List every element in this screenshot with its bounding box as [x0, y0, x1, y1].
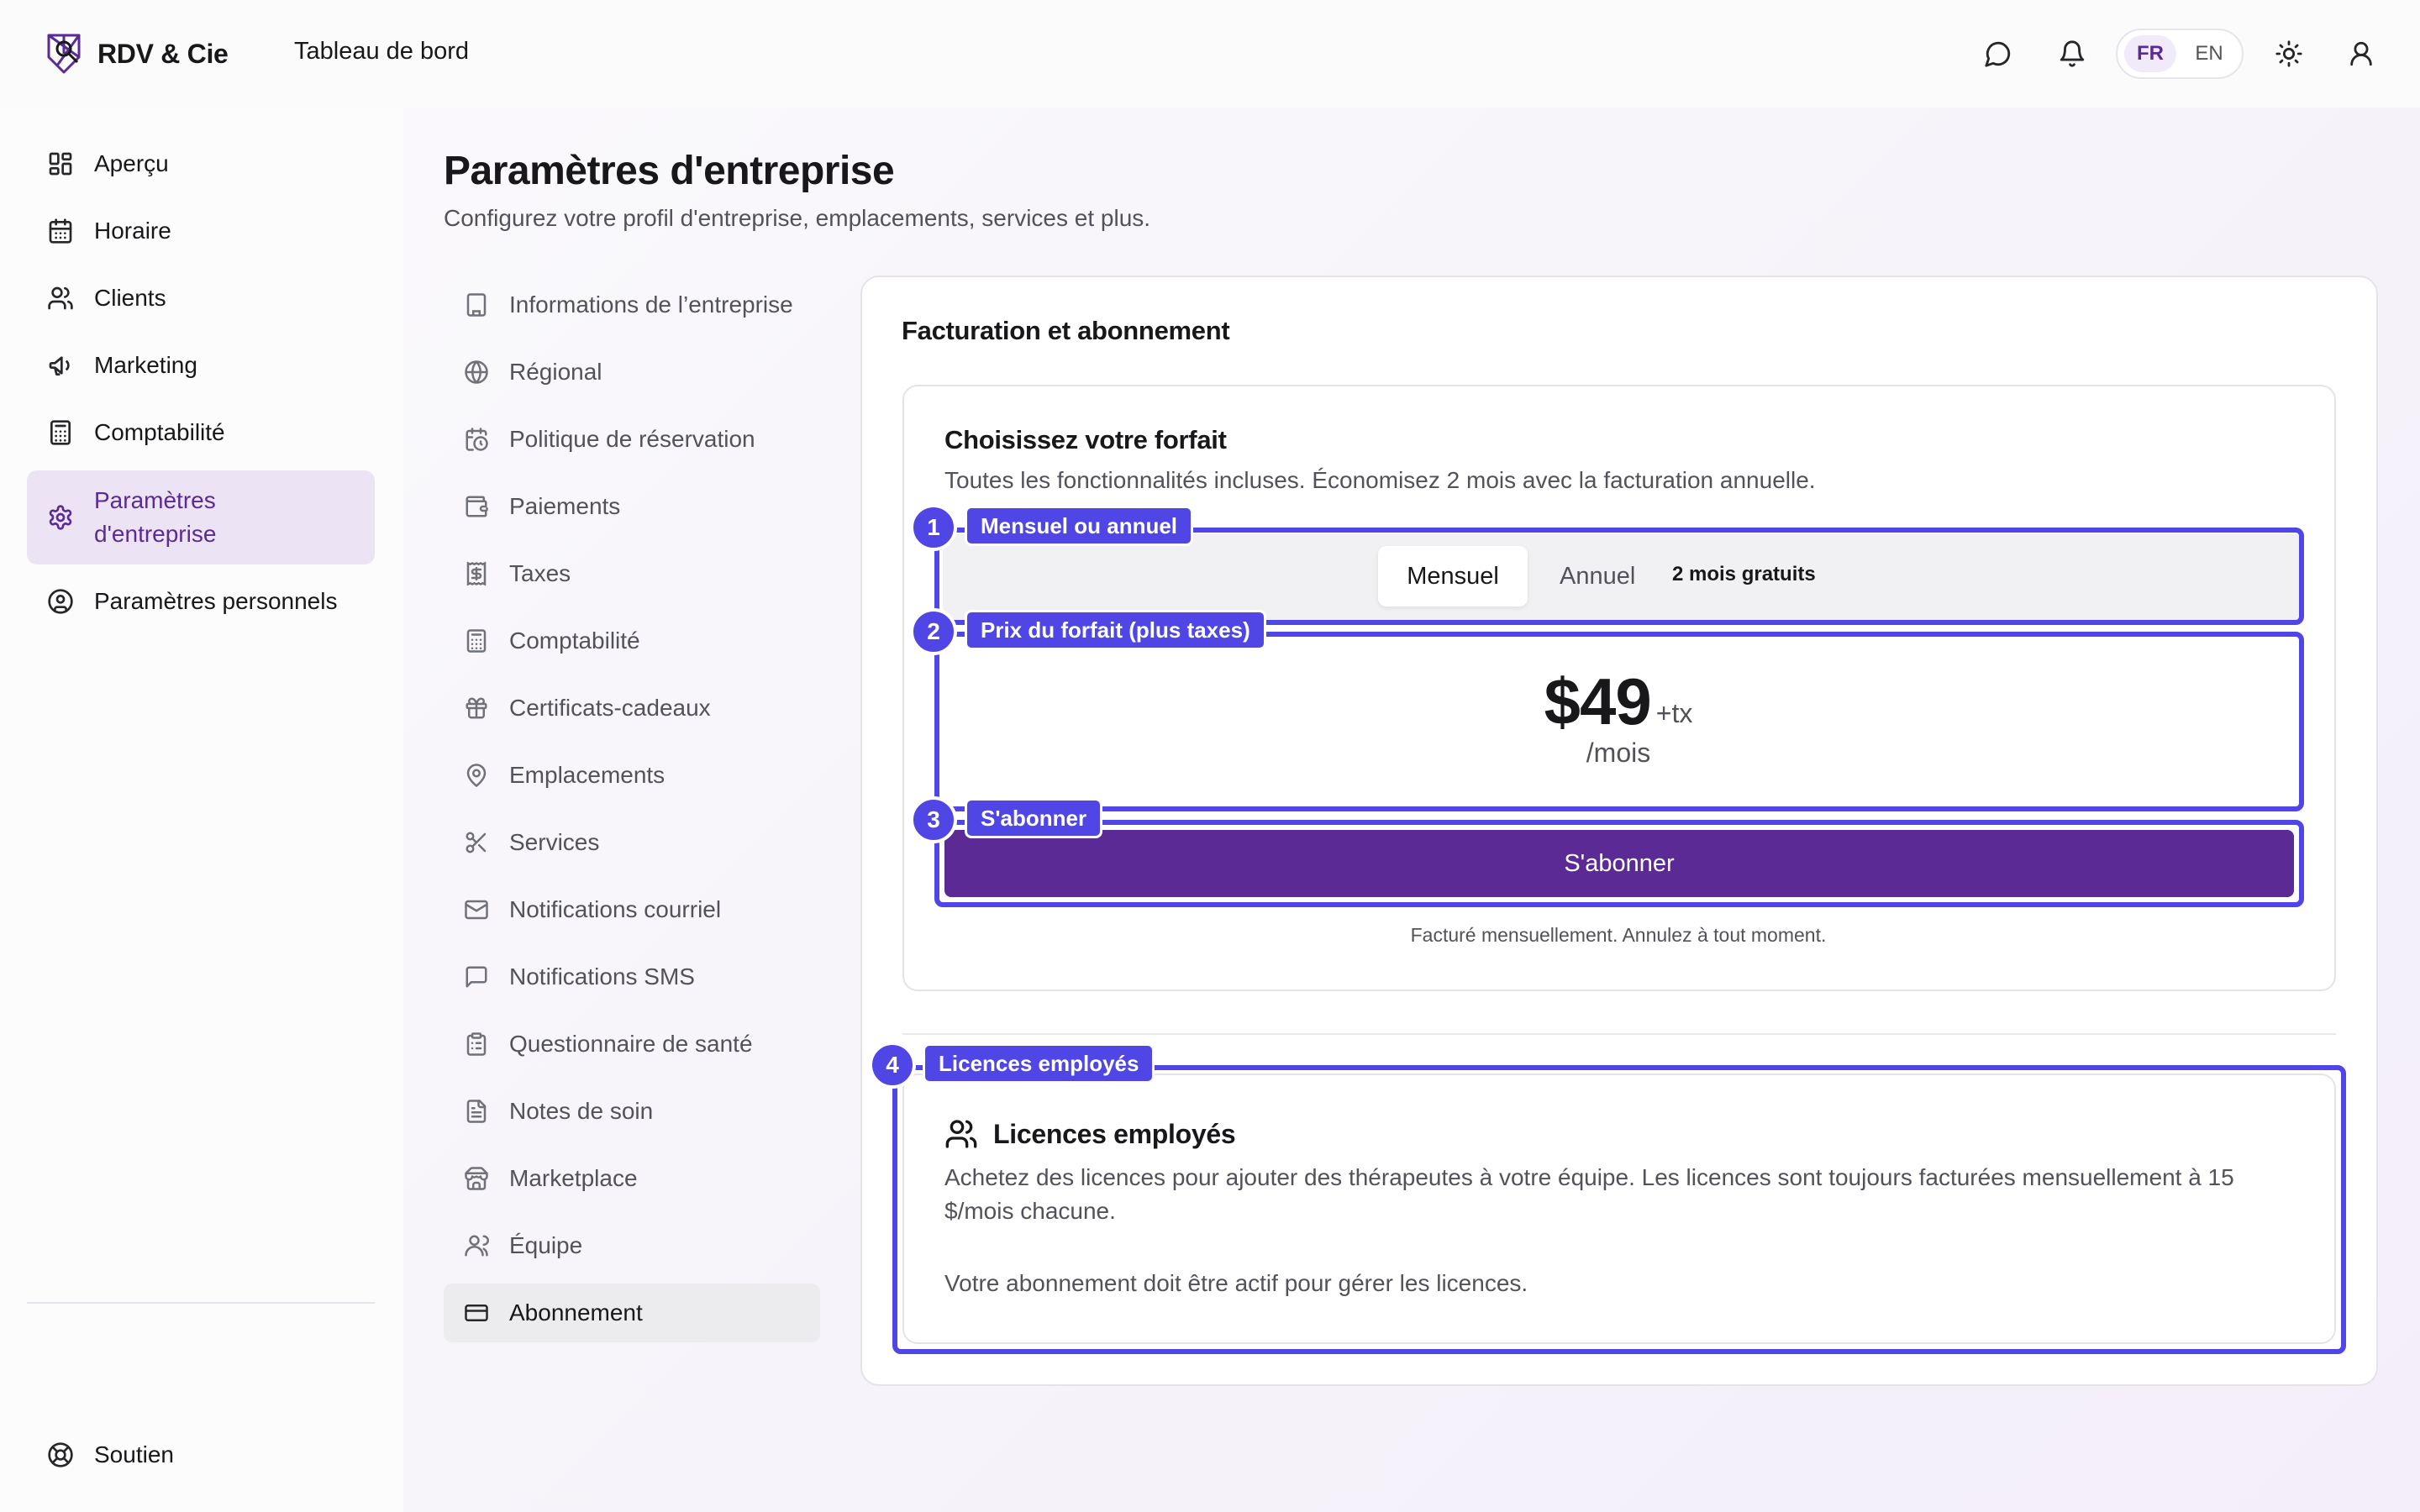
calculator-icon: [464, 628, 489, 654]
settings-nav-comptabilite[interactable]: Comptabilité: [444, 612, 820, 670]
lang-en[interactable]: EN: [2183, 35, 2235, 72]
sidebar-item-horaire[interactable]: Horaire: [27, 208, 375, 254]
plan-title: Choisissez votre forfait: [944, 425, 1227, 454]
sidebar-item-apercu[interactable]: Aperçu: [27, 141, 375, 186]
annotation-badge-4: 4: [869, 1042, 916, 1089]
settings-nav-paiements[interactable]: Paiements: [444, 477, 820, 536]
lifebuoy-icon: [47, 1441, 74, 1468]
calculator-icon: [47, 419, 74, 446]
page-title: Paramètres d'entreprise: [444, 149, 895, 193]
plan-subtitle: Toutes les fonctionnalités incluses. Éco…: [944, 467, 1816, 493]
section-divider: [902, 1033, 2336, 1035]
sidebar-item-comptabilite[interactable]: Comptabilité: [27, 410, 375, 455]
settings-nav-questionnaire-sante[interactable]: Questionnaire de santé: [444, 1015, 820, 1074]
clipboard-icon: [464, 1032, 489, 1057]
header-title: Tableau de bord: [294, 38, 469, 65]
grid-icon: [47, 150, 74, 177]
settings-nav-notifications-courriel[interactable]: Notifications courriel: [444, 880, 820, 939]
settings-nav-notes-soin[interactable]: Notes de soin: [444, 1082, 820, 1141]
sidebar-item-soutien[interactable]: Soutien: [27, 1431, 375, 1478]
annotation-badge-2: 2: [910, 608, 957, 655]
message-square-icon: [464, 964, 489, 990]
annotation-frame-4: [892, 1065, 2346, 1354]
calendar-icon: [47, 218, 74, 244]
mail-icon: [464, 897, 489, 922]
page-subtitle: Configurez votre profil d'entreprise, em…: [444, 205, 1151, 231]
bell-icon[interactable]: [2055, 37, 2089, 71]
sidebar-divider: [27, 1302, 375, 1304]
settings-nav-regional[interactable]: Régional: [444, 343, 820, 402]
annotation-label-4: Licences employés: [923, 1043, 1155, 1084]
map-pin-icon: [464, 763, 489, 788]
settings-nav-services[interactable]: Services: [444, 813, 820, 872]
megaphone-icon: [47, 352, 74, 379]
chat-icon[interactable]: [1981, 37, 2015, 71]
sidebar-item-clients[interactable]: Clients: [27, 276, 375, 321]
credit-card-icon: [464, 1300, 489, 1326]
receipt-icon: [464, 561, 489, 586]
user-circle-icon: [47, 588, 74, 615]
file-text-icon: [464, 1099, 489, 1124]
settings-nav-equipe[interactable]: Équipe: [444, 1216, 820, 1275]
language-switch: FR EN: [2116, 29, 2244, 79]
user-icon[interactable]: [2344, 37, 2378, 71]
logo-icon: [44, 32, 84, 76]
annotation-frame-2: [934, 632, 2304, 811]
top-header: RDV & Cie Tableau de bord FR EN: [0, 0, 2420, 108]
sidebar-item-parametres-entreprise[interactable]: Paramètres d'entreprise: [27, 470, 375, 564]
brand-name: RDV & Cie: [97, 38, 229, 69]
sun-icon[interactable]: [2272, 37, 2306, 71]
annotation-label-3: S'abonner: [965, 798, 1103, 838]
building-icon: [464, 292, 489, 318]
scissors-icon: [464, 830, 489, 855]
lang-fr[interactable]: FR: [2124, 35, 2176, 72]
annotation-label-2: Prix du forfait (plus taxes): [965, 610, 1266, 650]
settings-nav-emplacements[interactable]: Emplacements: [444, 746, 820, 805]
store-icon: [464, 1166, 489, 1191]
annotation-badge-3: 3: [910, 796, 957, 843]
brand[interactable]: RDV & Cie: [44, 32, 229, 76]
calendar-clock-icon: [464, 427, 489, 452]
annotation-badge-1: 1: [910, 504, 957, 551]
settings-nav-notifications-sms[interactable]: Notifications SMS: [444, 948, 820, 1006]
billing-section-title: Facturation et abonnement: [902, 316, 1230, 345]
settings-nav-abonnement[interactable]: Abonnement: [444, 1284, 820, 1342]
sidebar-item-marketing[interactable]: Marketing: [27, 343, 375, 388]
settings-nav-informations[interactable]: Informations de l’entreprise: [444, 276, 820, 334]
annotation-label-1: Mensuel ou annuel: [965, 506, 1194, 546]
gift-icon: [464, 696, 489, 721]
billing-note: Facturé mensuellement. Annulez à tout mo…: [1410, 924, 1827, 946]
settings-nav-politique-reservation[interactable]: Politique de réservation: [444, 410, 820, 469]
annotation-frame-3: [934, 820, 2304, 907]
user-group-icon: [464, 1233, 489, 1258]
globe-icon: [464, 360, 489, 385]
settings-nav-marketplace[interactable]: Marketplace: [444, 1149, 820, 1208]
users-icon: [47, 285, 74, 312]
settings-nav-certificats-cadeaux[interactable]: Certificats-cadeaux: [444, 679, 820, 738]
gear-icon: [47, 504, 74, 531]
sidebar-item-parametres-personnels[interactable]: Paramètres personnels: [27, 578, 375, 625]
settings-nav-taxes[interactable]: Taxes: [444, 544, 820, 603]
wallet-icon: [464, 494, 489, 519]
